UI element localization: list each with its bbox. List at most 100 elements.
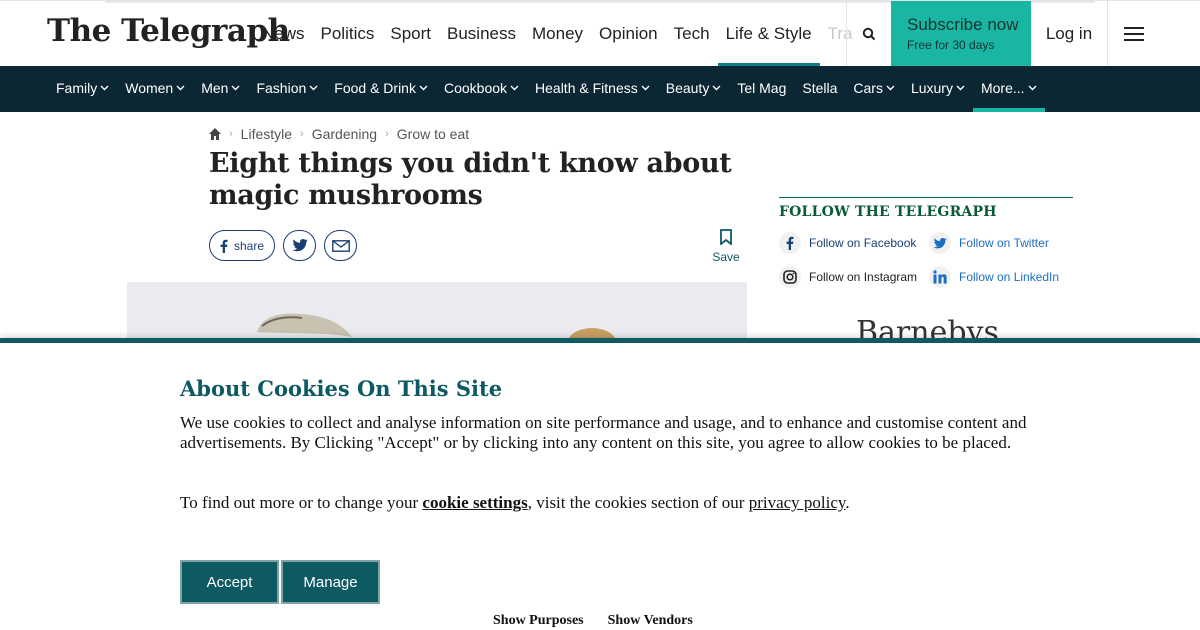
- section-nav-health-fitness[interactable]: Health & Fitness: [527, 66, 658, 112]
- facebook-icon: [220, 239, 228, 253]
- chevron-down-icon: [309, 67, 318, 111]
- subscribe-sublabel: Free for 30 days: [907, 38, 995, 52]
- cookie-body: We use cookies to collect and analyse in…: [180, 413, 1027, 452]
- section-nav-luxury[interactable]: Luxury: [903, 66, 973, 112]
- follow-linkedin-label: Follow on LinkedIn: [959, 270, 1060, 284]
- nav-sport[interactable]: Sport: [382, 1, 439, 67]
- chevron-down-icon: [886, 67, 895, 111]
- section-nav-label: Luxury: [910, 80, 953, 96]
- chevron-down-icon: [100, 67, 109, 111]
- section-nav-list: Family Women Men Fashion Food & Drink Cookboo…: [48, 66, 1045, 112]
- section-nav-cookbook[interactable]: Cookbook: [436, 66, 527, 112]
- main-nav: News Politics Sport Business Money Opini…: [254, 1, 860, 67]
- section-nav-label: Beauty: [665, 80, 710, 96]
- breadcrumb-grow-to-eat[interactable]: Grow to eat: [397, 126, 469, 142]
- breadcrumb-separator: ›: [300, 128, 304, 140]
- cookie-more-info: To find out more or to change your cooki…: [180, 493, 1030, 513]
- cookie-settings-link[interactable]: cookie settings: [422, 493, 527, 512]
- manage-button[interactable]: Manage: [281, 560, 380, 604]
- follow-twitter-link[interactable]: Follow on Twitter: [929, 232, 1073, 254]
- search-button[interactable]: [846, 1, 891, 67]
- section-nav-label: Tel Mag: [737, 80, 787, 96]
- show-vendors-link[interactable]: Show Vendors: [608, 613, 693, 629]
- save-button[interactable]: Save: [712, 229, 740, 264]
- breadcrumb-separator: ›: [229, 128, 233, 140]
- section-nav-stella[interactable]: Stella: [794, 66, 845, 112]
- section-nav-cars[interactable]: Cars: [845, 66, 903, 112]
- bookmark-icon: [720, 229, 732, 246]
- chevron-down-icon: [176, 67, 185, 111]
- follow-heading: FOLLOW THE TELEGRAPH: [779, 204, 997, 220]
- mushroom-image: [127, 282, 747, 342]
- subscribe-button[interactable]: Subscribe now Free for 30 days: [891, 1, 1031, 67]
- cookie-more-suffix: .: [845, 493, 850, 512]
- section-nav-men[interactable]: Men: [193, 66, 248, 112]
- section-nav: Family Women Men Fashion Food & Drink Cookboo…: [0, 66, 1200, 112]
- section-nav-family[interactable]: Family: [48, 66, 117, 112]
- breadcrumb-lifestyle[interactable]: Lifestyle: [241, 126, 292, 142]
- show-purposes-link[interactable]: Show Purposes: [493, 613, 584, 629]
- twitter-icon: [929, 232, 951, 254]
- article-hero-image: [127, 282, 747, 342]
- section-nav-fashion[interactable]: Fashion: [248, 66, 326, 112]
- nav-business[interactable]: Business: [439, 1, 524, 67]
- breadcrumb: › Lifestyle › Gardening › Grow to eat: [209, 126, 469, 142]
- breadcrumb-separator: ›: [385, 128, 389, 140]
- section-nav-more[interactable]: More...: [972, 66, 1045, 112]
- section-nav-tel-mag[interactable]: Tel Mag: [729, 66, 794, 112]
- cookie-show-links: Show Purposes Show Vendors: [493, 613, 693, 629]
- cookie-more-middle: , visit the cookies section of our: [527, 493, 749, 512]
- section-nav-label: Cookbook: [443, 80, 508, 96]
- follow-links: Follow on Facebook Follow on Twitter Fol…: [779, 232, 1073, 288]
- save-label: Save: [712, 250, 740, 264]
- section-nav-label: Stella: [802, 80, 838, 96]
- nav-news[interactable]: News: [254, 1, 313, 67]
- follow-linkedin-link[interactable]: Follow on LinkedIn: [929, 266, 1073, 288]
- follow-facebook-link[interactable]: Follow on Facebook: [779, 232, 929, 254]
- follow-instagram-link[interactable]: Follow on Instagram: [779, 266, 929, 288]
- section-nav-label: Food & Drink: [334, 80, 416, 96]
- twitter-icon: [292, 239, 308, 252]
- subscribe-label: Subscribe now: [907, 15, 1019, 34]
- nav-politics[interactable]: Politics: [313, 1, 383, 67]
- section-nav-beauty[interactable]: Beauty: [658, 66, 730, 112]
- follow-twitter-label: Follow on Twitter: [959, 236, 1049, 250]
- login-button[interactable]: Log in: [1031, 1, 1108, 67]
- share-label: share: [234, 238, 265, 253]
- breadcrumb-gardening[interactable]: Gardening: [312, 126, 377, 142]
- section-nav-label: Health & Fitness: [535, 80, 638, 96]
- chevron-down-icon: [231, 67, 240, 111]
- section-nav-label: Men: [201, 80, 229, 96]
- follow-facebook-label: Follow on Facebook: [809, 236, 917, 250]
- home-icon[interactable]: [209, 128, 221, 140]
- nav-opinion[interactable]: Opinion: [591, 1, 666, 67]
- chevron-down-icon: [712, 67, 721, 111]
- search-icon: [862, 27, 876, 41]
- top-header: The Telegraph News Politics Sport Busine…: [0, 0, 1200, 67]
- section-nav-label: Cars: [853, 80, 883, 96]
- section-nav-women[interactable]: Women: [117, 66, 193, 112]
- linkedin-icon: [929, 266, 951, 288]
- privacy-policy-link[interactable]: privacy policy: [749, 493, 846, 512]
- follow-instagram-label: Follow on Instagram: [809, 270, 918, 284]
- follow-panel: FOLLOW THE TELEGRAPH Follow on Facebook …: [779, 197, 1073, 288]
- menu-button[interactable]: [1108, 1, 1160, 67]
- share-row: share: [209, 230, 358, 261]
- facebook-icon: [779, 232, 801, 254]
- article-title: Eight things you didn't know about magic…: [209, 148, 732, 211]
- facebook-share-button[interactable]: share: [209, 230, 276, 261]
- chevron-down-icon: [641, 67, 650, 111]
- cookie-banner: About Cookies On This Site We use cookie…: [0, 338, 1200, 630]
- nav-tech[interactable]: Tech: [666, 1, 718, 67]
- email-share-button[interactable]: [324, 230, 358, 261]
- section-nav-label: Fashion: [256, 80, 307, 96]
- cookie-more-prefix: To find out more or to change your: [180, 493, 423, 512]
- nav-life-style[interactable]: Life & Style: [717, 1, 820, 67]
- chevron-down-icon: [956, 67, 965, 111]
- accept-button[interactable]: Accept: [180, 560, 279, 604]
- instagram-icon: [779, 266, 801, 288]
- twitter-share-button[interactable]: [283, 230, 317, 261]
- section-nav-food-drink[interactable]: Food & Drink: [326, 66, 436, 112]
- nav-money[interactable]: Money: [524, 1, 591, 67]
- cookie-buttons: Accept Manage: [180, 560, 380, 604]
